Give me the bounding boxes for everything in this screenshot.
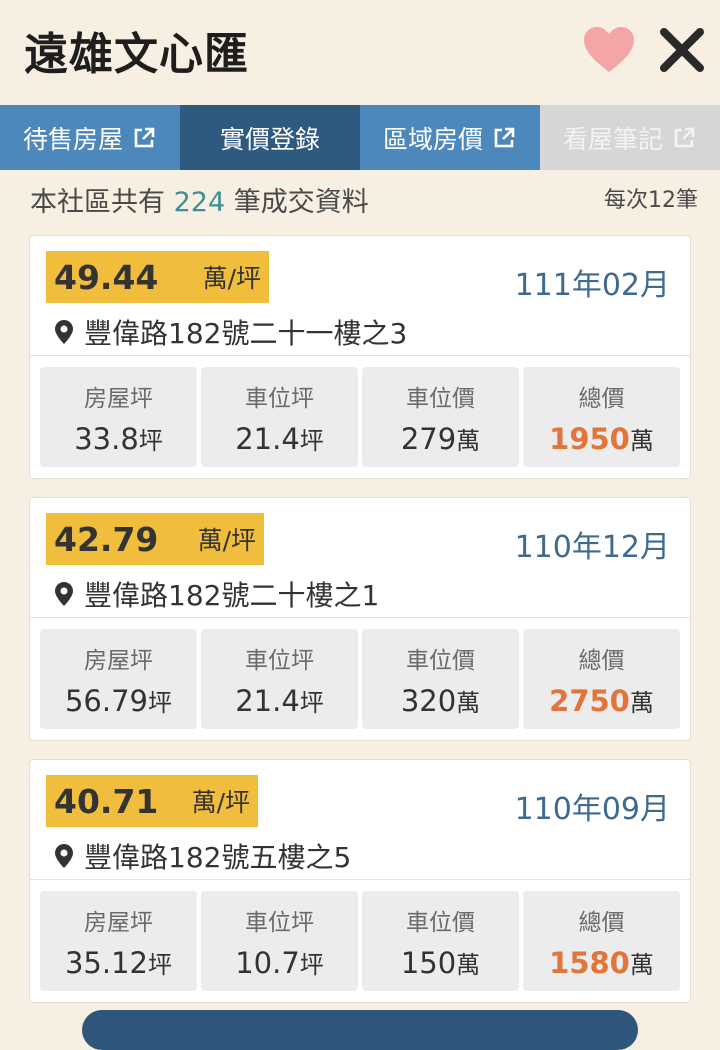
stat-label: 總價 <box>578 648 625 674</box>
stat-value: 56.79坪 <box>64 684 173 718</box>
per-page-label: 每次12筆 <box>604 188 698 213</box>
external-link-icon <box>674 127 695 147</box>
address: 豐偉路182號二十一樓之3 <box>54 312 407 352</box>
stat-value: 35.12坪 <box>64 946 173 980</box>
divider <box>30 617 690 618</box>
stat-label: 車位坪 <box>245 910 314 936</box>
stat-label: 車位價 <box>406 648 475 674</box>
stat-parking-price: 車位價 279萬 <box>362 367 519 467</box>
tab-area-price[interactable]: 區域房價 <box>360 105 540 170</box>
stat-value: 2750萬 <box>549 684 654 718</box>
external-link-icon <box>134 127 155 147</box>
summary-suffix: 筆成交資料 <box>233 187 369 218</box>
unit-price: 40.71 <box>54 781 159 821</box>
stat-value: 279萬 <box>400 422 481 456</box>
unit-price-unit: 萬/坪 <box>197 526 256 555</box>
page-title: 遠雄文心匯 <box>24 29 249 80</box>
stat-value: 1950萬 <box>549 422 654 456</box>
unit-price-tag: 49.44 萬/坪 <box>46 251 269 303</box>
tab-label: 實價登錄 <box>219 124 320 154</box>
stats-row: 房屋坪 56.79坪 車位坪 21.4坪 車位價 320萬 總價 2750萬 <box>40 629 680 729</box>
unit-price-unit: 萬/坪 <box>191 788 250 817</box>
tab-label: 待售房屋 <box>22 124 123 154</box>
tab-viewing-notes[interactable]: 看屋筆記 <box>540 105 720 170</box>
tab-label: 區域房價 <box>382 124 483 154</box>
tab-bar: 待售房屋 實價登錄 區域房價 看屋筆記 <box>0 105 720 170</box>
record-count: 224 <box>173 187 226 218</box>
stat-parking-area: 車位坪 21.4坪 <box>201 367 358 467</box>
stats-row: 房屋坪 33.8坪 車位坪 21.4坪 車位價 279萬 總價 1950萬 <box>40 367 680 467</box>
stat-parking-area: 車位坪 10.7坪 <box>201 891 358 991</box>
stat-value: 33.8坪 <box>74 422 163 456</box>
stat-value: 1580萬 <box>549 946 654 980</box>
header: 遠雄文心匯 <box>0 0 720 105</box>
unit-price-tag: 40.71 萬/坪 <box>46 775 258 827</box>
stat-label: 房屋坪 <box>84 648 153 674</box>
stat-parking-price: 車位價 320萬 <box>362 629 519 729</box>
tab-for-sale[interactable]: 待售房屋 <box>0 105 180 170</box>
stat-label: 車位價 <box>406 386 475 412</box>
address: 豐偉路182號五樓之5 <box>54 836 351 876</box>
transaction-date: 110年12月 <box>514 530 670 565</box>
address-text: 豐偉路182號五樓之5 <box>84 841 352 874</box>
stat-label: 車位價 <box>406 910 475 936</box>
stat-parking-area: 車位坪 21.4坪 <box>201 629 358 729</box>
stats-row: 房屋坪 35.12坪 車位坪 10.7坪 車位價 150萬 總價 1580萬 <box>40 891 680 991</box>
external-link-icon <box>494 127 515 147</box>
location-pin-icon <box>55 582 73 606</box>
stat-total-price: 總價 1950萬 <box>523 367 680 467</box>
unit-price: 49.44 <box>54 257 159 297</box>
stat-total-price: 總價 2750萬 <box>523 629 680 729</box>
stat-value: 150萬 <box>400 946 481 980</box>
stat-label: 車位坪 <box>245 648 314 674</box>
tab-actual-price[interactable]: 實價登錄 <box>180 105 360 170</box>
unit-price: 42.79 <box>54 519 159 559</box>
transaction-date: 111年02月 <box>514 268 670 303</box>
stat-parking-price: 車位價 150萬 <box>362 891 519 991</box>
stat-value: 21.4坪 <box>235 422 324 456</box>
close-icon[interactable] <box>656 24 708 76</box>
stat-label: 車位坪 <box>245 386 314 412</box>
stat-label: 總價 <box>578 910 625 936</box>
transaction-card[interactable]: 49.44 萬/坪 111年02月 豐偉路182號二十一樓之3 房屋坪 33.8… <box>29 235 691 479</box>
stat-value: 21.4坪 <box>235 684 324 718</box>
location-pin-icon <box>55 844 73 868</box>
divider <box>30 355 690 356</box>
bottom-action-bar[interactable] <box>82 1010 638 1050</box>
transaction-card[interactable]: 42.79 萬/坪 110年12月 豐偉路182號二十樓之1 房屋坪 56.79… <box>29 497 691 741</box>
tab-label: 看屋筆記 <box>562 124 663 154</box>
address-text: 豐偉路182號二十樓之1 <box>84 579 380 612</box>
stat-label: 房屋坪 <box>84 386 153 412</box>
stat-label: 房屋坪 <box>84 910 153 936</box>
location-pin-icon <box>55 320 73 344</box>
stat-area: 房屋坪 33.8坪 <box>40 367 197 467</box>
unit-price-tag: 42.79 萬/坪 <box>46 513 264 565</box>
summary-prefix: 本社區共有 <box>30 187 165 218</box>
address: 豐偉路182號二十樓之1 <box>54 574 379 614</box>
record-summary: 本社區共有 224 筆成交資料 <box>30 180 369 219</box>
transaction-date: 110年09月 <box>514 792 670 827</box>
stat-total-price: 總價 1580萬 <box>523 891 680 991</box>
favorite-heart-icon[interactable] <box>582 26 636 74</box>
stat-value: 320萬 <box>400 684 481 718</box>
divider <box>30 879 690 880</box>
stat-label: 總價 <box>578 386 625 412</box>
stat-area: 房屋坪 56.79坪 <box>40 629 197 729</box>
unit-price-unit: 萬/坪 <box>202 264 261 293</box>
transaction-card[interactable]: 40.71 萬/坪 110年09月 豐偉路182號五樓之5 房屋坪 35.12坪… <box>29 759 691 1003</box>
address-text: 豐偉路182號二十一樓之3 <box>84 317 408 350</box>
stat-value: 10.7坪 <box>235 946 324 980</box>
stat-area: 房屋坪 35.12坪 <box>40 891 197 991</box>
